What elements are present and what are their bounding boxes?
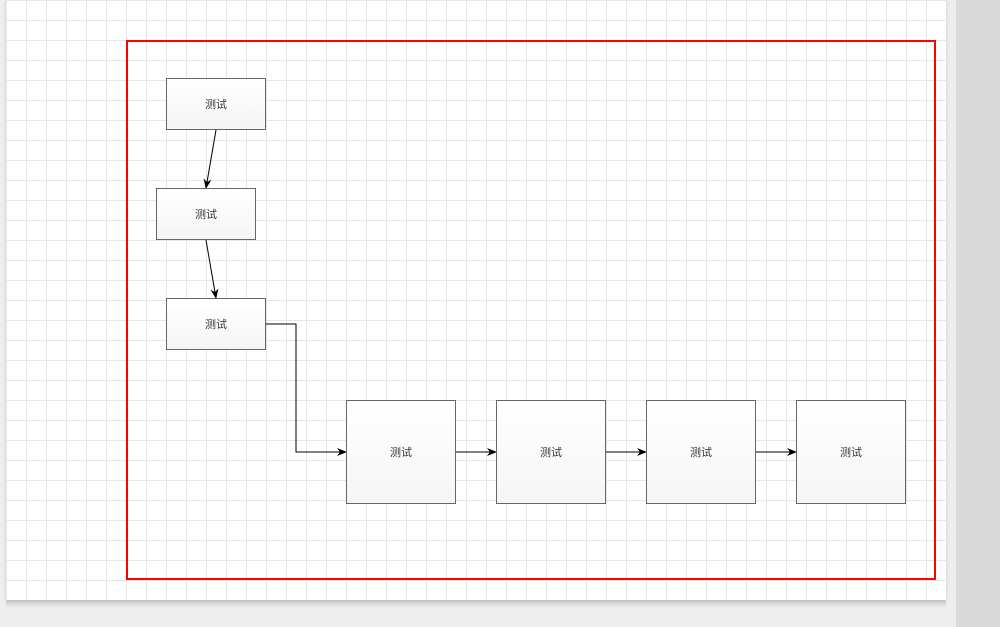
flow-node-label: 测试 — [205, 316, 227, 332]
flow-node-label: 测试 — [195, 206, 217, 222]
flow-node-label: 测试 — [390, 444, 412, 460]
flow-node-n5[interactable]: 测试 — [496, 400, 606, 504]
flow-node-n4[interactable]: 测试 — [346, 400, 456, 504]
flow-node-n3[interactable]: 测试 — [166, 298, 266, 350]
paper-shadow — [6, 600, 946, 608]
diagram-canvas[interactable]: 测试测试测试测试测试测试测试 — [0, 0, 956, 627]
flow-node-label: 测试 — [540, 444, 562, 460]
flow-node-n7[interactable]: 测试 — [796, 400, 906, 504]
flow-node-n6[interactable]: 测试 — [646, 400, 756, 504]
diagram-paper[interactable]: 测试测试测试测试测试测试测试 — [6, 0, 946, 600]
flow-node-n2[interactable]: 测试 — [156, 188, 256, 240]
flow-node-label: 测试 — [690, 444, 712, 460]
properties-panel — [956, 0, 1000, 627]
flow-node-n1[interactable]: 测试 — [166, 78, 266, 130]
flow-node-label: 测试 — [840, 444, 862, 460]
flow-node-label: 测试 — [205, 96, 227, 112]
